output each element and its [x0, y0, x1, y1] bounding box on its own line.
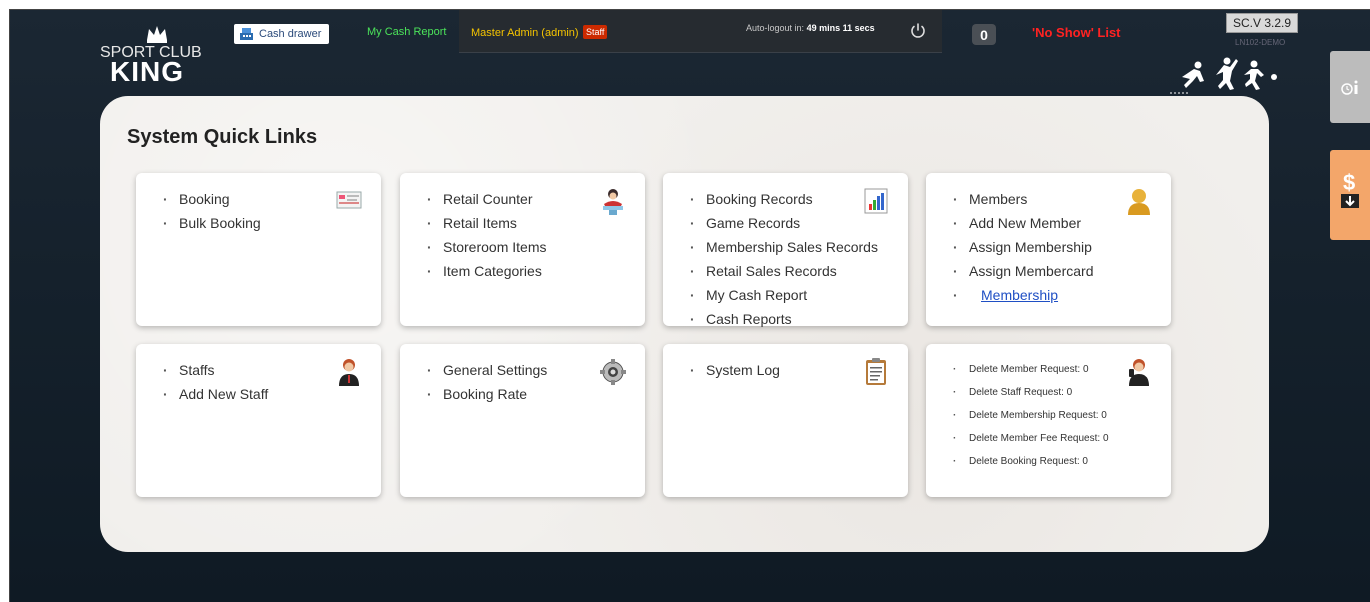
page-title: System Quick Links	[127, 126, 318, 148]
autologout-label: Auto-logout in:	[746, 23, 805, 33]
staff-person-icon	[339, 359, 359, 386]
players-silhouette-icon	[1170, 57, 1277, 94]
gear-icon	[600, 359, 626, 385]
app-frame: SPORT CLUB KING Cash drawer My Cash Repo…	[9, 9, 1370, 602]
card-delete-requests: Delete Member Request: 0 Delete Staff Re…	[926, 344, 1171, 497]
link-delete-booking-request[interactable]: Delete Booking Request: 0	[953, 450, 1171, 473]
cash-register-icon	[240, 28, 253, 40]
autologout-time: 49 mins 11 secs	[806, 23, 875, 33]
requests-person-icon	[1129, 359, 1149, 386]
link-item-categories[interactable]: Item Categories	[427, 259, 645, 283]
link-delete-member-fee-request[interactable]: Delete Member Fee Request: 0	[953, 427, 1171, 450]
card-retail: Retail Counter Retail Items Storeroom It…	[400, 173, 645, 326]
crown-icon	[147, 26, 167, 43]
version-sub-label: LN102-DEMO	[1235, 38, 1286, 47]
sport-club-king-logo: SPORT CLUB KING	[100, 24, 210, 94]
link-storeroom-items[interactable]: Storeroom Items	[427, 235, 645, 259]
logo-line-2: KING	[110, 56, 184, 87]
bar-chart-icon	[864, 188, 888, 214]
side-tab-cash[interactable]: $	[1330, 150, 1370, 240]
no-show-list-link[interactable]: 'No Show' List	[1032, 25, 1121, 40]
link-membership[interactable]: Membership	[953, 283, 1171, 307]
notification-count-badge[interactable]: 0	[972, 24, 996, 45]
side-tab-clock-info[interactable]	[1330, 51, 1370, 123]
version-label: SC.V 3.2.9	[1226, 13, 1299, 33]
link-retail-sales-records[interactable]: Retail Sales Records	[690, 259, 908, 283]
card-records: Booking Records Game Records Membership …	[663, 173, 908, 331]
card-staff: Staffs Add New Staff	[136, 344, 381, 497]
staff-badge: Staff	[583, 25, 608, 39]
svg-text:$: $	[1343, 170, 1355, 195]
clock-info-icon	[1341, 80, 1358, 95]
card-members: Members Add New Member Assign Membership…	[926, 173, 1171, 326]
cash-drawer-label: Cash drawer	[259, 28, 322, 40]
dollar-download-icon: $	[1341, 170, 1359, 208]
clipboard-icon	[866, 358, 886, 385]
link-membership-sales-records[interactable]: Membership Sales Records	[690, 235, 908, 259]
admin-status-bar: Master Admin (admin) Staff Auto-logout i…	[459, 10, 942, 53]
link-delete-membership-request[interactable]: Delete Membership Request: 0	[953, 404, 1171, 427]
my-cash-report-link[interactable]: My Cash Report	[367, 26, 446, 38]
member-user-icon	[1128, 189, 1150, 215]
link-my-cash-report[interactable]: My Cash Report	[690, 283, 908, 307]
link-cash-reports[interactable]: Cash Reports	[690, 307, 908, 331]
card-settings: General Settings Booking Rate	[400, 344, 645, 497]
autologout-timer: Auto-logout in: 49 mins 11 secs	[746, 23, 875, 33]
cash-drawer-button[interactable]: Cash drawer	[234, 24, 330, 44]
card-booking: Booking Bulk Booking	[136, 173, 381, 326]
link-assign-membercard[interactable]: Assign Membercard	[953, 259, 1171, 283]
retail-person-icon	[603, 189, 623, 215]
booking-sheet-icon	[336, 191, 362, 209]
admin-user-name[interactable]: Master Admin (admin)	[471, 27, 579, 39]
power-icon[interactable]	[909, 22, 927, 40]
card-system-log: System Log	[663, 344, 908, 497]
quick-links-panel: System Quick Links Booking Bulk Booking …	[100, 96, 1269, 552]
link-assign-membership[interactable]: Assign Membership	[953, 235, 1171, 259]
